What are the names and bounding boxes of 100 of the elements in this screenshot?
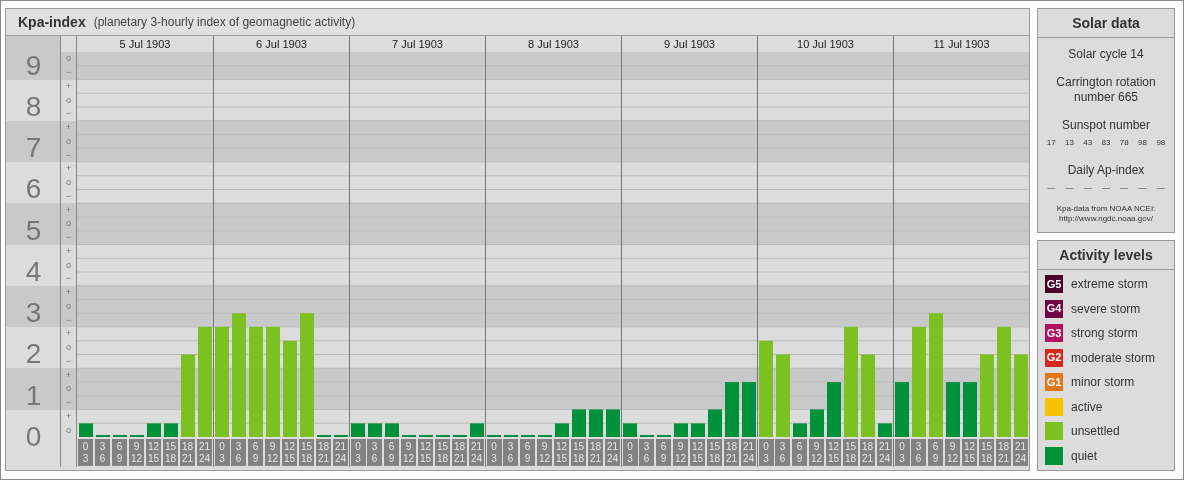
hour-range-label: 6 9 — [928, 439, 943, 466]
sub-level-mark: o — [66, 425, 71, 435]
kp-bar — [351, 423, 365, 437]
hour-range-label: 18 21 — [996, 439, 1011, 466]
hour-range-label: 9 12 — [537, 439, 552, 466]
kp-level-label: 4 — [24, 257, 43, 286]
level-label: unsettled — [1071, 423, 1120, 440]
sub-level-mark: + — [65, 288, 72, 298]
hour-range-label: 6 9 — [384, 439, 399, 466]
hour-range-label: 0 3 — [350, 439, 366, 466]
kp-bar — [963, 382, 977, 437]
hour-range-label: 9 12 — [265, 439, 280, 466]
hour-range-label: 0 3 — [622, 439, 638, 466]
level-label: active — [1071, 398, 1103, 416]
kp-bar — [368, 423, 382, 437]
hour-range-label: 12 15 — [690, 439, 705, 466]
hour-range-label: 3 6 — [639, 439, 654, 466]
sub-level-mark: o — [66, 343, 71, 353]
hour-range-label: 9 12 — [673, 439, 688, 466]
kp-bar — [674, 423, 688, 437]
sub-level-mark: + — [65, 411, 72, 421]
date-label: 8 Jul 1903 — [528, 36, 579, 52]
kp-bar — [878, 423, 892, 437]
kp-bar — [810, 409, 824, 437]
hour-range-label: 0 3 — [214, 439, 230, 466]
hour-range-label: 9 12 — [401, 439, 416, 466]
level-swatch: G4 — [1045, 299, 1063, 318]
hour-range-label: 12 15 — [554, 439, 569, 466]
kp-level-label: 9 — [24, 51, 43, 80]
sunspot-value: 43 — [1083, 137, 1093, 149]
sub-level-mark: − — [65, 398, 72, 408]
sunspot-value: 83 — [1101, 137, 1111, 149]
hour-range-label: 15 18 — [299, 439, 314, 466]
sub-level-mark: o — [66, 301, 71, 311]
hour-range-label: 12 15 — [282, 439, 297, 466]
hour-range-label: 6 9 — [112, 439, 127, 466]
sub-level-mark: o — [66, 54, 71, 64]
date-label: 6 Jul 1903 — [256, 36, 307, 52]
kp-level-label: 1 — [24, 381, 43, 410]
kp-bar — [606, 409, 620, 437]
hour-range-label: 12 15 — [146, 439, 161, 466]
kp-bar — [725, 382, 739, 437]
hour-range-label: 12 15 — [418, 439, 433, 466]
ap-index-value: — — [1120, 182, 1129, 194]
sub-level-mark: + — [65, 370, 72, 380]
sunspot-title: Sunspot number — [1061, 117, 1151, 134]
hour-range-label: 18 21 — [316, 439, 331, 466]
hour-range-label: 21 24 — [197, 439, 212, 466]
hour-range-label: 18 21 — [588, 439, 603, 466]
ap-index-value: — — [1083, 182, 1092, 194]
kp-bar — [708, 409, 722, 437]
sub-level-mark: − — [65, 191, 72, 201]
hour-range-label: 21 24 — [605, 439, 620, 466]
kp-bar — [827, 382, 841, 437]
hour-range-label: 15 18 — [435, 439, 450, 466]
sub-level-mark: − — [65, 233, 72, 243]
date-label: 7 Jul 1903 — [392, 36, 443, 52]
panel-title: Solar data — [1072, 13, 1140, 33]
ap-index-value: — — [1138, 182, 1147, 194]
hour-range-label: 0 3 — [894, 439, 910, 466]
hour-range-label: 12 15 — [826, 439, 841, 466]
chart-title: Kpa-index — [18, 12, 86, 32]
panel-title: Activity levels — [1059, 245, 1153, 265]
hour-range-label: 18 21 — [860, 439, 875, 466]
hour-range-label: 18 21 — [452, 439, 467, 466]
sunspot-value: 78 — [1119, 137, 1129, 149]
kp-bar — [572, 409, 586, 437]
sunspot-value: 17 — [1046, 137, 1056, 149]
kp-bar — [623, 423, 637, 437]
sub-level-mark: − — [65, 109, 72, 119]
hour-range-label: 15 18 — [843, 439, 858, 466]
sub-level-mark: o — [66, 384, 71, 394]
level-label: extreme storm — [1071, 276, 1148, 293]
sub-level-mark: o — [66, 95, 71, 105]
kp-bar — [147, 423, 161, 437]
hour-range-label: 0 3 — [486, 439, 502, 466]
sub-level-mark: o — [66, 136, 71, 146]
sub-level-mark: − — [65, 356, 72, 366]
sub-level-mark: + — [65, 123, 72, 133]
hour-range-label: 21 24 — [469, 439, 484, 466]
kp-level-label: 6 — [24, 175, 43, 204]
sub-level-mark: − — [65, 274, 72, 284]
sub-level-mark: + — [65, 246, 72, 256]
ap-index-value: — — [1156, 182, 1165, 194]
solar-cycle-text: Solar cycle 14 — [1068, 46, 1144, 63]
hour-range-label: 3 6 — [911, 439, 926, 466]
sub-level-mark: − — [65, 150, 72, 160]
level-label: severe storm — [1071, 300, 1141, 318]
ap-index-value: — — [1047, 182, 1056, 194]
kp-bar — [470, 423, 484, 437]
sub-level-mark: o — [66, 178, 71, 188]
hour-range-label: 21 24 — [333, 439, 348, 466]
sub-level-mark: o — [66, 260, 71, 270]
hour-range-label: 3 6 — [231, 439, 246, 466]
kp-level-label: 3 — [24, 299, 43, 328]
level-swatch: G2 — [1045, 348, 1063, 367]
kp-level-label: 7 — [24, 134, 43, 163]
ap-index-title: Daily Ap-index — [1067, 162, 1145, 179]
kp-bar — [385, 423, 399, 437]
kp-bar — [164, 423, 178, 437]
